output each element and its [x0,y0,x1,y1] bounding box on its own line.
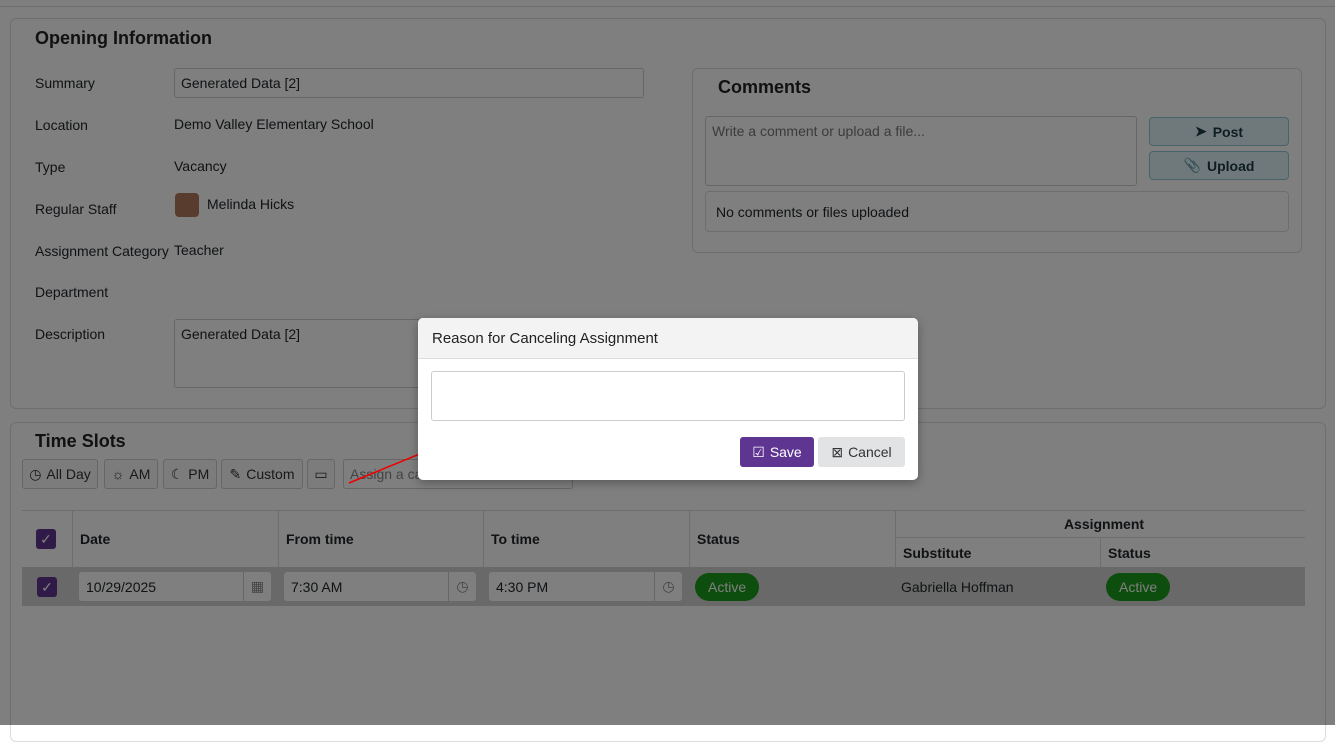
modal-title: Reason for Canceling Assignment [418,318,918,359]
cancel-reason-modal: Reason for Canceling Assignment ☑Save ⊠C… [418,318,918,480]
close-square-icon: ⊠ [831,444,843,461]
reason-textarea[interactable] [431,371,905,421]
cancel-button[interactable]: ⊠Cancel [818,437,905,467]
save-button[interactable]: ☑Save [740,437,814,467]
check-square-icon: ☑ [752,444,765,461]
